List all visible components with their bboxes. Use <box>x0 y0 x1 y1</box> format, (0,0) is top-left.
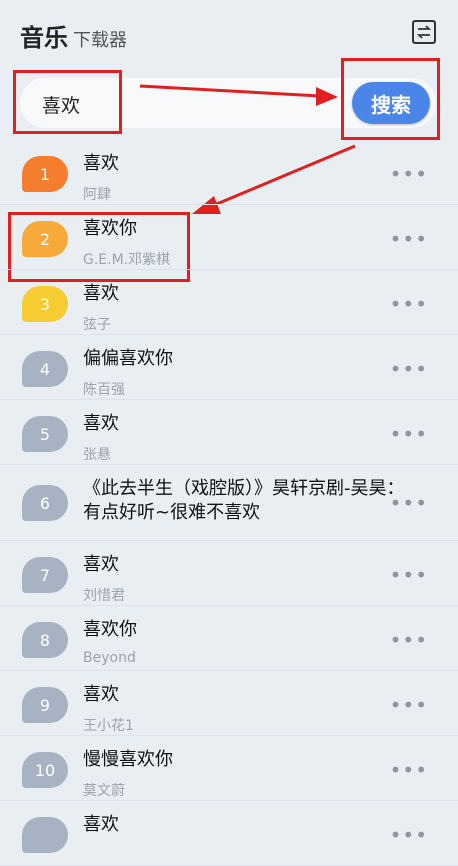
list-item[interactable]: 3 喜欢弦子 ••• <box>0 270 458 335</box>
list-item[interactable]: 8 喜欢你 Beyond ••• <box>0 606 458 671</box>
rank-badge: 8 <box>22 622 68 658</box>
song-title: 喜欢 <box>83 153 119 174</box>
rank-badge: 3 <box>22 286 68 322</box>
list-item[interactable]: 10 慢慢喜欢你莫文蔚 ••• <box>0 736 458 801</box>
list-item[interactable]: 4 偏偏喜欢你陈百强 ••• <box>0 335 458 400</box>
more-options-icon[interactable]: ••• <box>390 292 428 316</box>
more-options-icon[interactable]: ••• <box>390 693 428 717</box>
list-item[interactable]: 1 喜欢阿肆 ••• <box>0 140 458 205</box>
song-title: 喜欢 <box>83 814 119 835</box>
results-list: 1 喜欢 阿肆 ••• 2 喜欢你 G.E.M.邓紫棋 ••• 3 喜欢 弦子 ••• 4 偏偏喜欢你 陈百… <box>0 140 458 866</box>
rank-badge: 6 <box>22 485 68 521</box>
list-item[interactable]: 2 喜欢你 G.E.M.邓紫棋 ••• <box>0 205 458 270</box>
artist-name: G.E.M.邓紫棋 <box>83 252 171 268</box>
list-item[interactable]: 9 喜欢王小花1 ••• <box>0 671 458 736</box>
song-title: 喜欢 <box>83 283 119 304</box>
artist-name: 阿肆 <box>83 187 111 203</box>
song-title: 喜欢你 <box>83 619 137 640</box>
artist-name: 陈百强 <box>83 382 125 398</box>
more-options-icon[interactable]: ••• <box>390 357 428 381</box>
song-title: 喜欢 <box>83 554 119 575</box>
more-options-icon[interactable]: ••• <box>390 823 428 847</box>
artist-name: 王小花1 <box>83 718 134 734</box>
artist-name: Beyond <box>83 650 136 666</box>
rank-badge: 10 <box>22 752 68 788</box>
rank-badge: 1 <box>22 156 68 192</box>
song-title: 喜欢 <box>83 413 119 434</box>
more-options-icon[interactable]: ••• <box>390 227 428 251</box>
more-options-icon[interactable]: ••• <box>390 563 428 587</box>
list-item[interactable]: 5 喜欢张悬 ••• <box>0 400 458 465</box>
song-title: 《此去半生（戏腔版）》昊轩京剧-吴昊：有点好听~很难不喜欢 <box>83 478 405 523</box>
song-title: 喜欢你 <box>83 218 137 239</box>
more-options-icon[interactable]: ••• <box>390 162 428 186</box>
more-options-icon[interactable]: ••• <box>390 491 428 515</box>
artist-name: 刘惜君 <box>83 588 125 604</box>
list-item[interactable]: 喜欢 ••• <box>0 801 458 866</box>
more-options-icon[interactable]: ••• <box>390 422 428 446</box>
rank-badge <box>22 817 68 853</box>
rank-badge: 9 <box>22 687 68 723</box>
more-options-icon[interactable]: ••• <box>390 628 428 652</box>
rank-badge: 7 <box>22 557 68 593</box>
song-title: 慢慢喜欢你 <box>83 749 173 770</box>
song-title: 偏偏喜欢你 <box>83 348 173 369</box>
song-title: 喜欢 <box>83 684 119 705</box>
list-item[interactable]: 6 《此去半生（戏腔版）》昊轩京剧-吴昊：有点好听~很难不喜欢 ••• <box>0 465 458 541</box>
artist-name: 莫文蔚 <box>83 783 125 799</box>
rank-badge: 2 <box>22 221 68 257</box>
rank-badge: 5 <box>22 416 68 452</box>
more-options-icon[interactable]: ••• <box>390 758 428 782</box>
rank-badge: 4 <box>22 351 68 387</box>
artist-name: 弦子 <box>83 317 111 333</box>
list-item[interactable]: 7 喜欢刘惜君 ••• <box>0 541 458 606</box>
artist-name: 张悬 <box>83 447 111 463</box>
